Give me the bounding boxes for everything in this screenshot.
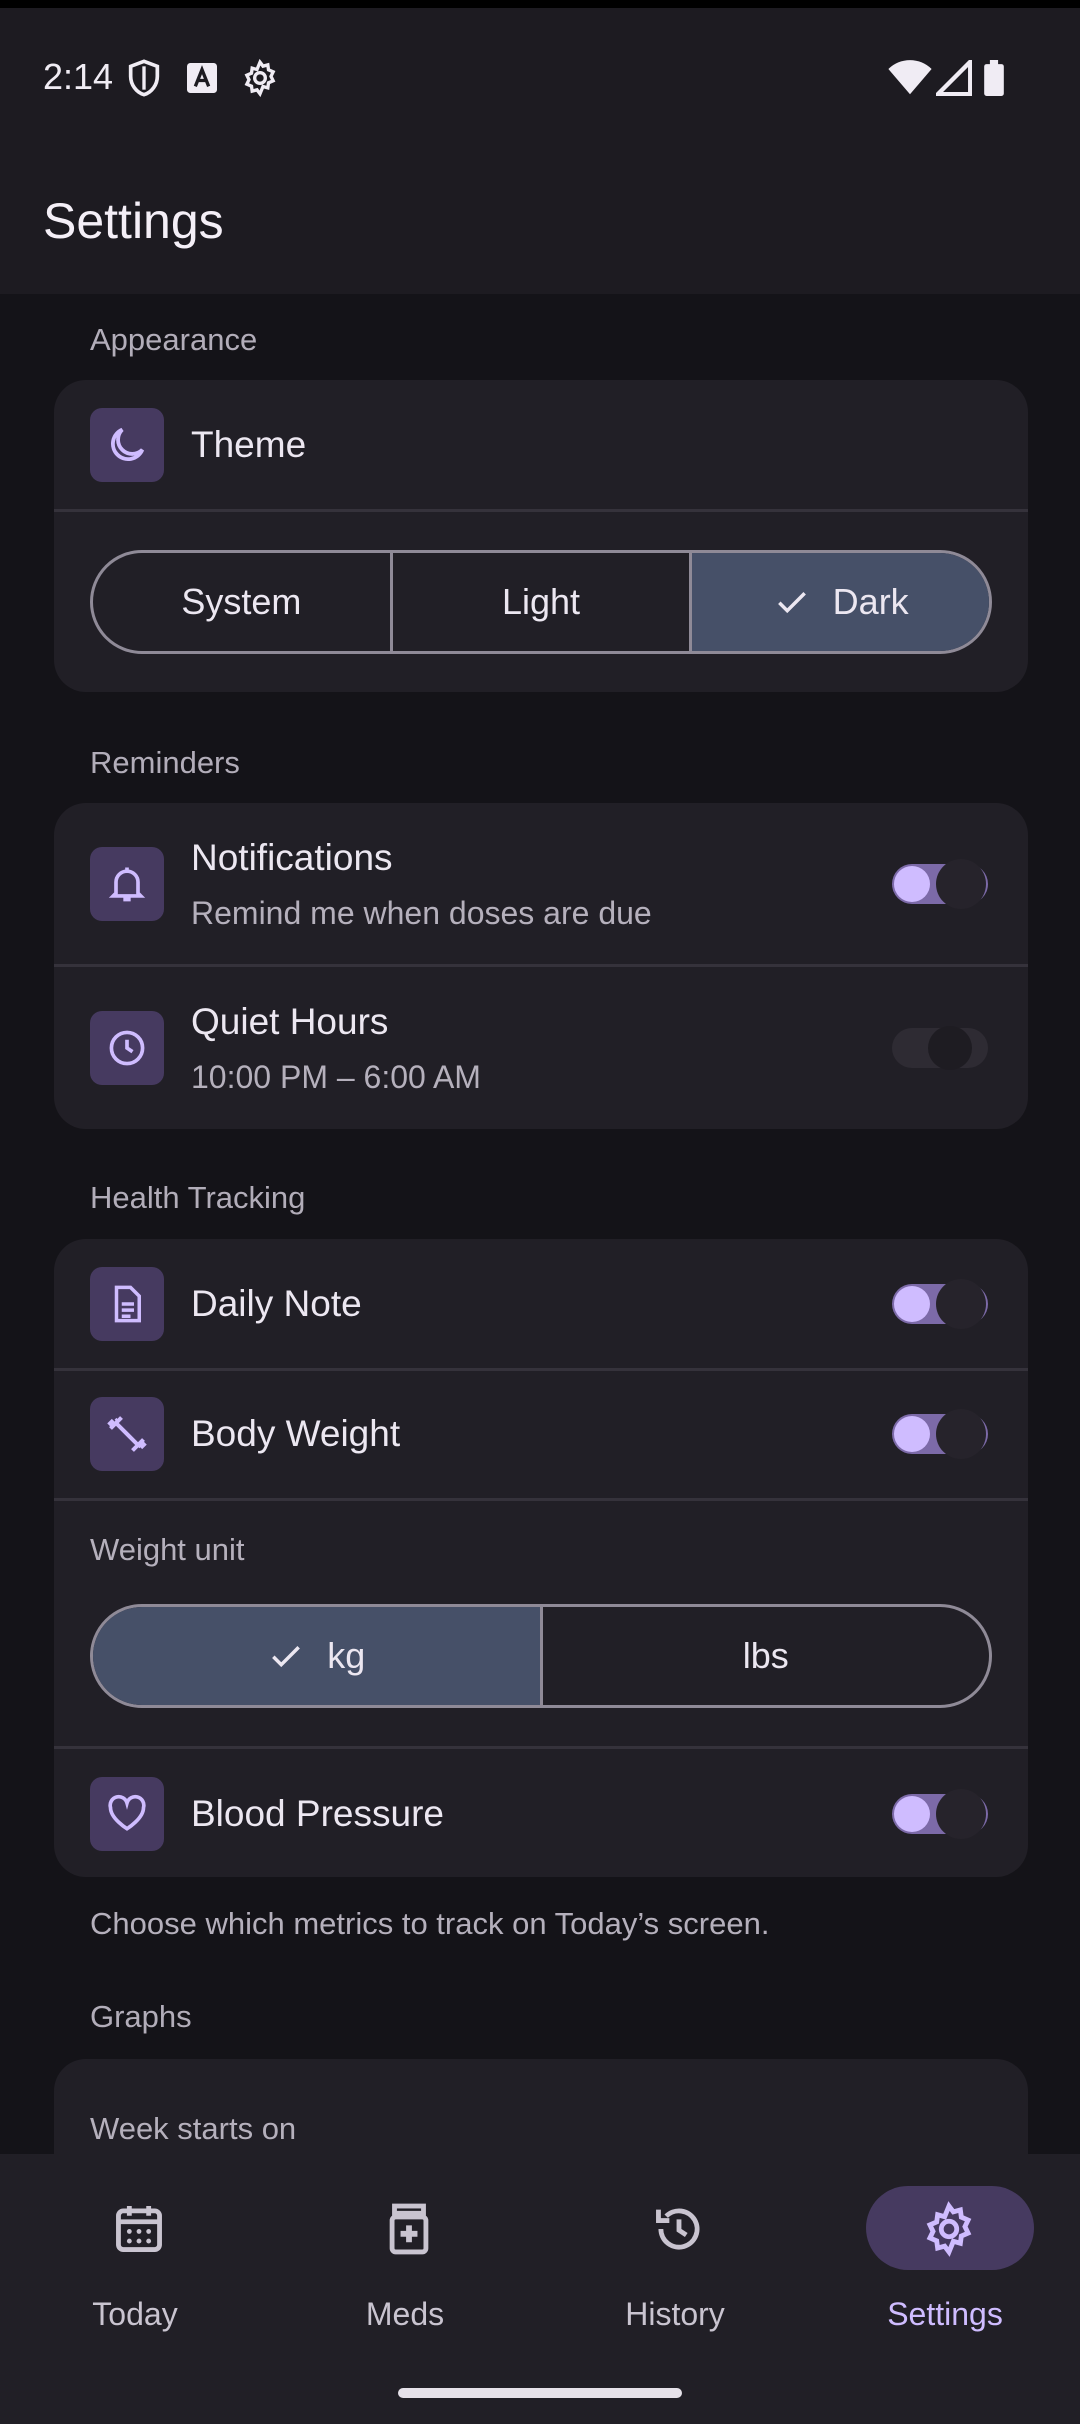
signal-icon <box>936 60 972 96</box>
section-label-health-tracking: Health Tracking <box>90 1180 306 1215</box>
quiet-hours-toggle[interactable] <box>892 1018 1002 1078</box>
section-label-appearance: Appearance <box>90 322 258 357</box>
gear-icon <box>244 58 276 98</box>
notifications-subtitle: Remind me when doses are due <box>191 895 652 931</box>
home-indicator[interactable] <box>398 2388 682 2398</box>
body-weight-toggle[interactable] <box>892 1404 1002 1464</box>
page-title: Settings <box>43 193 224 249</box>
blood-pressure-title: Blood Pressure <box>191 1793 444 1834</box>
daily-note-toggle[interactable] <box>892 1274 1002 1334</box>
heart-icon <box>90 1777 164 1851</box>
app-bar: Settings <box>0 140 1080 294</box>
body-weight-title: Body Weight <box>191 1413 401 1454</box>
gear-icon <box>926 2201 972 2257</box>
nav-item-settings[interactable]: Settings <box>810 2186 1080 2346</box>
status-bar: 2:14 <box>0 0 1080 140</box>
document-icon <box>90 1267 164 1341</box>
divider <box>54 964 1028 967</box>
quiet-hours-subtitle: 10:00 PM – 6:00 AM <box>191 1059 481 1095</box>
wifi-icon <box>888 60 932 95</box>
moon-icon <box>90 408 164 482</box>
theme-option-dark[interactable]: Dark <box>692 553 989 651</box>
status-time: 2:14 <box>43 56 114 97</box>
nav-item-today[interactable]: Today <box>0 2186 270 2346</box>
divider <box>54 1498 1028 1501</box>
divider <box>54 1746 1028 1749</box>
weight-unit-segmented-control: kg lbs <box>90 1604 992 1708</box>
nav-item-meds[interactable]: Meds <box>270 2186 540 2346</box>
theme-segmented-control: System Light Dark <box>90 550 992 654</box>
blood-pressure-toggle[interactable] <box>892 1784 1002 1844</box>
theme-label: Theme <box>191 424 307 465</box>
shield-icon <box>128 59 160 97</box>
weight-unit-label: Weight unit <box>90 1532 245 1567</box>
nav-label: Meds <box>365 2296 445 2332</box>
dumbbell-icon <box>90 1397 164 1471</box>
calendar-icon <box>116 2206 162 2252</box>
theme-option-label: Light <box>501 581 581 622</box>
theme-option-label: System <box>181 581 302 622</box>
battery-icon <box>984 60 1004 96</box>
history-icon <box>656 2208 700 2250</box>
daily-note-title: Daily Note <box>191 1283 362 1324</box>
nav-label: Settings <box>887 2296 1003 2332</box>
settings-screen: 2:14 Settings Appearance Theme System Li… <box>0 0 1080 2424</box>
reminders-card: Notifications Remind me when doses are d… <box>54 803 1028 1129</box>
weight-unit-option-kg[interactable]: kg <box>93 1607 543 1705</box>
quiet-hours-title: Quiet Hours <box>191 1001 389 1042</box>
health-tracking-card: Daily Note Body Weight Weight unit kg lb… <box>54 1239 1028 1877</box>
health-tracking-footnote: Choose which metrics to track on Today’s… <box>90 1906 770 1941</box>
weight-unit-option-lbs[interactable]: lbs <box>543 1607 990 1705</box>
nav-label: Today <box>92 2296 178 2332</box>
bottom-navigation: Today Meds History Settings <box>0 2154 1080 2424</box>
nav-item-history[interactable]: History <box>540 2186 810 2346</box>
section-label-graphs: Graphs <box>90 1999 192 2034</box>
week-starts-label: Week starts on <box>90 2111 297 2146</box>
font-a-icon <box>187 63 217 93</box>
bell-icon <box>90 847 164 921</box>
divider <box>54 509 1028 512</box>
weight-unit-option-label: lbs <box>742 1635 789 1676</box>
notifications-title: Notifications <box>191 837 393 878</box>
theme-option-label: Dark <box>832 581 909 622</box>
notifications-toggle[interactable] <box>892 854 1002 914</box>
theme-option-system[interactable]: System <box>93 553 393 651</box>
section-label-reminders: Reminders <box>90 745 240 780</box>
theme-option-light[interactable]: Light <box>393 553 693 651</box>
check-icon <box>777 592 806 614</box>
medicine-icon <box>389 2203 429 2255</box>
weight-unit-option-label: kg <box>327 1635 366 1676</box>
divider <box>54 1368 1028 1371</box>
clock-icon <box>90 1011 164 1085</box>
nav-label: History <box>625 2296 725 2332</box>
appearance-card: Theme System Light Dark <box>54 380 1028 692</box>
check-icon <box>272 1646 301 1668</box>
